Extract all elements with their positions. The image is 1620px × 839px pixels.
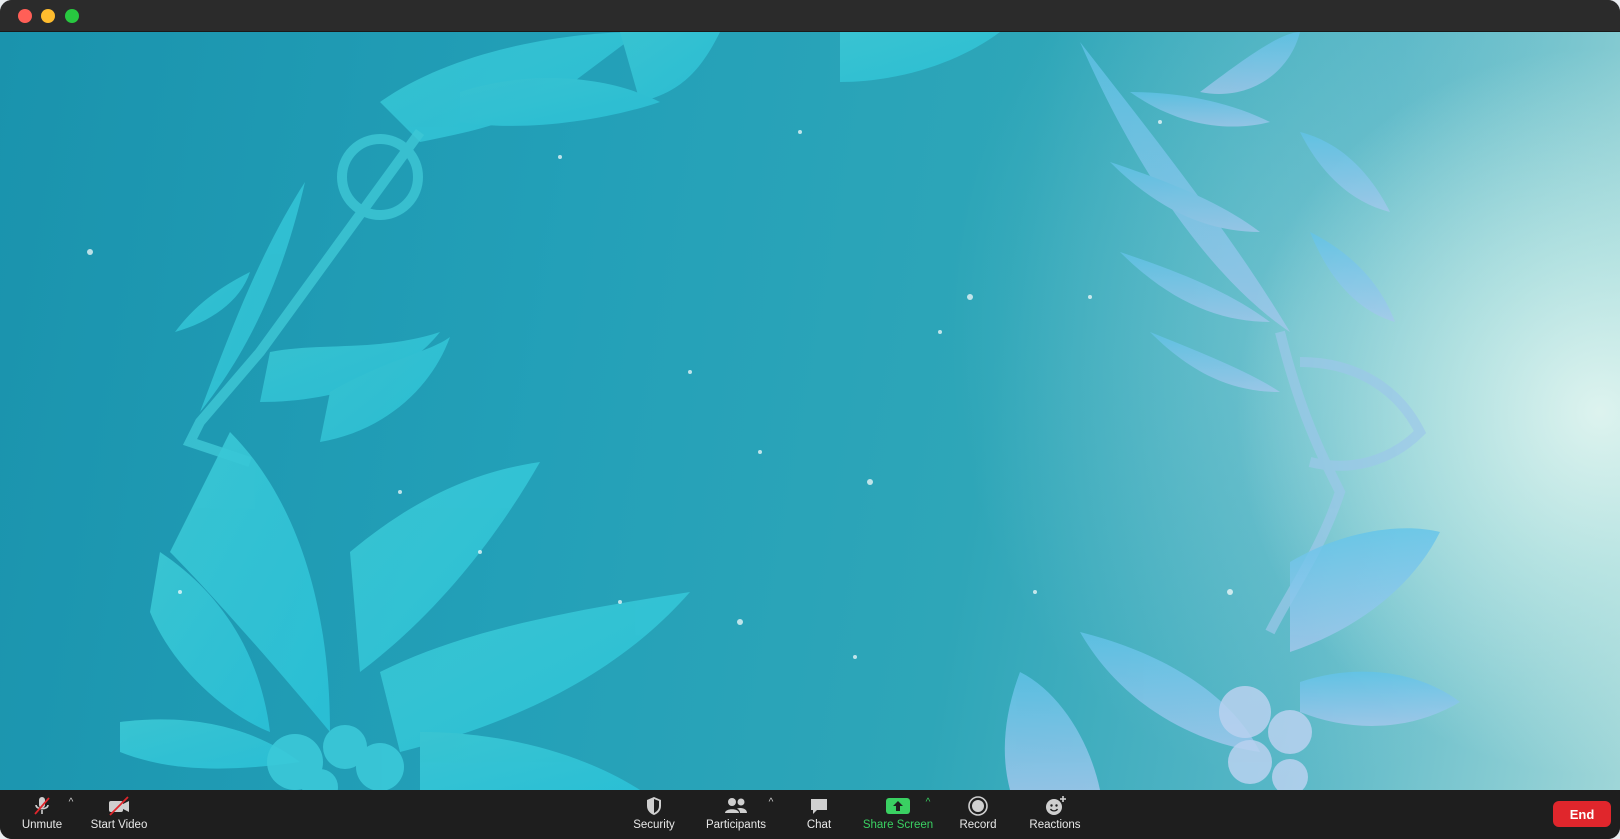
participants-button[interactable]: Participants (701, 794, 771, 836)
record-label: Record (959, 819, 997, 831)
security-label: Security (633, 819, 675, 831)
participants-options-caret[interactable]: ^ (765, 796, 777, 808)
meeting-toolbar: Unmute ^ Start Video Security Participan… (0, 790, 1620, 839)
shield-icon (641, 794, 667, 818)
meeting-window: Unmute ^ Start Video Security Participan… (0, 0, 1620, 839)
video-off-icon (106, 794, 132, 818)
share-screen-label: Share Screen (862, 819, 934, 831)
share-arrow-icon (885, 794, 911, 818)
record-icon (965, 794, 991, 818)
audio-options-caret[interactable]: ^ (65, 796, 77, 808)
chat-button[interactable]: Chat (800, 794, 838, 836)
record-button[interactable]: Record (955, 794, 1001, 836)
smiley-plus-icon (1042, 794, 1068, 818)
reactions-button[interactable]: Reactions (1027, 794, 1083, 836)
close-window-button[interactable] (18, 9, 32, 23)
unmute-label: Unmute (21, 819, 63, 831)
maximize-window-button[interactable] (65, 9, 79, 23)
wreath-background-illustration (87, 32, 1460, 790)
muted-microphone-icon (29, 794, 55, 818)
security-button[interactable]: Security (628, 794, 680, 836)
unmute-button[interactable]: Unmute (18, 794, 66, 836)
chat-bubble-icon (806, 794, 832, 818)
chat-label: Chat (806, 819, 832, 831)
people-icon (723, 794, 749, 818)
reactions-label: Reactions (1029, 819, 1081, 831)
minimize-window-button[interactable] (41, 9, 55, 23)
participants-label: Participants (705, 819, 767, 831)
start-video-label: Start Video (90, 819, 148, 831)
video-background (0, 32, 1620, 790)
end-meeting-button[interactable]: End (1553, 801, 1611, 827)
title-bar (0, 0, 1620, 32)
share-screen-options-caret[interactable]: ^ (922, 796, 934, 808)
start-video-button[interactable]: Start Video (88, 794, 150, 836)
